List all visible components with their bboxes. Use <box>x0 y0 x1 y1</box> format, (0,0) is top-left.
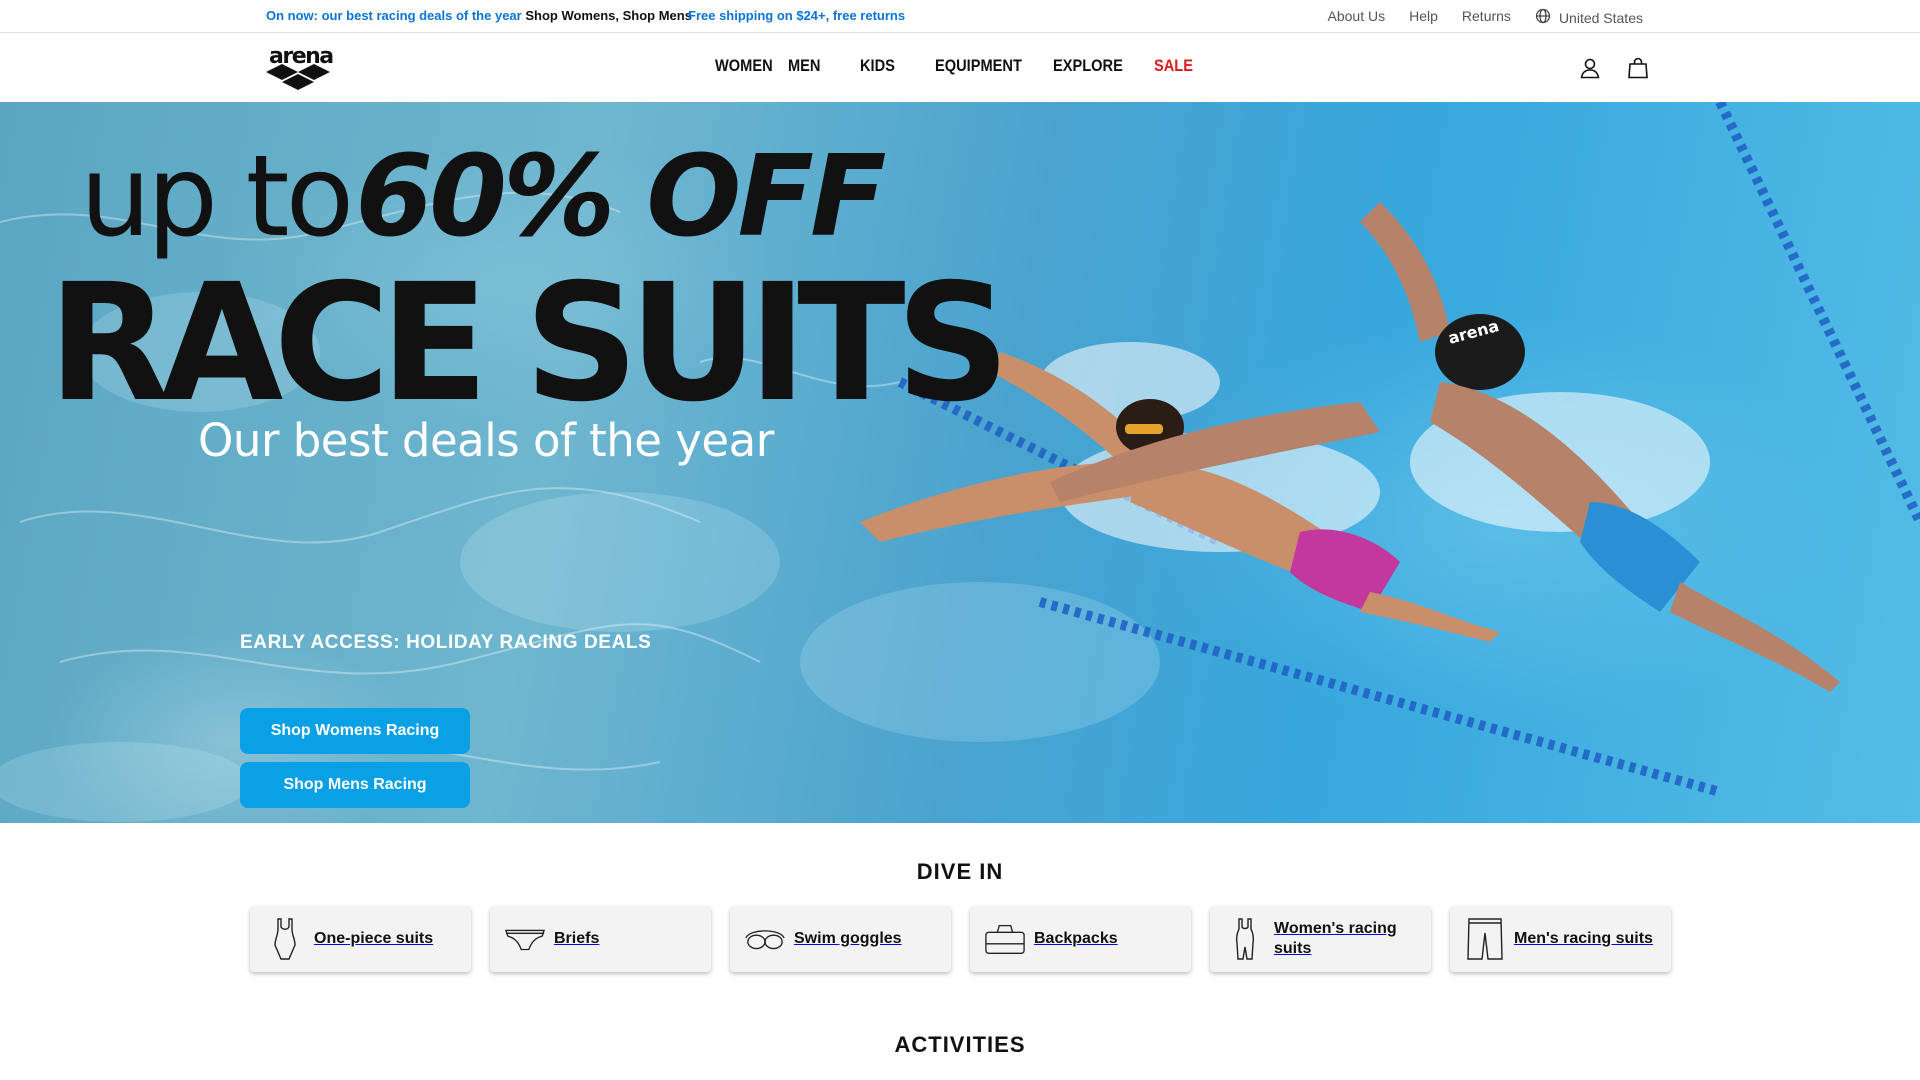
globe-icon <box>1535 8 1551 27</box>
region-label: United States <box>1558 9 1643 26</box>
goggles-icon <box>744 916 786 962</box>
hero-subtitle: Our best deals of the year <box>198 414 774 467</box>
headline-prefix: up to <box>80 132 354 262</box>
nav-kids[interactable]: KIDS <box>860 56 925 76</box>
racing-suit-icon <box>1224 916 1266 962</box>
header-actions <box>1578 56 1650 80</box>
shipping-message: Free shipping on $24+, free returns <box>688 8 906 23</box>
nav-sale[interactable]: SALE <box>1154 56 1193 76</box>
category-label: Backpacks <box>1034 930 1118 947</box>
nav-men[interactable]: MEN <box>788 56 850 76</box>
early-access-label: EARLY ACCESS: HOLIDAY RACING DEALS <box>240 632 652 653</box>
nav-explore[interactable]: EXPLORE <box>1053 56 1140 76</box>
category-label: Briefs <box>554 930 600 947</box>
category-label: Men's racing suits <box>1514 930 1653 947</box>
category-swim-goggles[interactable]: Swim goggles <box>730 906 951 972</box>
nav-equipment[interactable]: EQUIPMENT <box>935 56 1036 76</box>
swimsuit-icon <box>264 916 306 962</box>
briefs-icon <box>504 916 546 962</box>
hero-banner[interactable]: arena up to 60% OFF RACE SUITS Our best … <box>0 102 1920 823</box>
arena-logo[interactable]: arena <box>266 44 334 92</box>
hero-headline-line1: up to 60% OFF <box>80 132 887 262</box>
user-icon[interactable] <box>1578 56 1602 80</box>
utility-links: About Us Help Returns United States <box>1328 8 1643 27</box>
primary-nav: WOMEN MEN KIDS EQUIPMENT EXPLORE SALE <box>715 56 1199 76</box>
shop-mens-racing-button[interactable]: Shop Mens Racing <box>240 762 470 808</box>
region-selector[interactable]: United States <box>1535 8 1643 27</box>
activities-heading: ACTIVITIES <box>894 1032 1026 1057</box>
help-link[interactable]: Help <box>1409 8 1438 27</box>
category-backpacks[interactable]: Backpacks <box>970 906 1191 972</box>
utility-bar: On now: our best racing deals of the yea… <box>0 0 1920 33</box>
headline-discount: 60% OFF <box>355 132 886 262</box>
hero-headline-line2: RACE SUITS <box>48 250 1010 438</box>
category-one-piece-suits[interactable]: One-piece suits <box>250 906 471 972</box>
category-womens-racing-suits[interactable]: Women's racing suits <box>1210 906 1431 972</box>
category-tiles: One-piece suits Briefs Swim goggles Back… <box>250 906 1671 972</box>
category-label: One-piece suits <box>314 930 434 947</box>
shop-womens-racing-button[interactable]: Shop Womens Racing <box>240 708 470 754</box>
about-us-link[interactable]: About Us <box>1328 8 1386 27</box>
shop-mens-link[interactable]: Shop Mens <box>623 8 692 23</box>
shop-womens-link[interactable]: Shop Womens, <box>525 8 619 23</box>
logo-diamond-icon <box>266 64 330 90</box>
dive-in-heading: DIVE IN <box>916 859 1004 884</box>
category-briefs[interactable]: Briefs <box>490 906 711 972</box>
bag-icon[interactable] <box>1626 56 1650 80</box>
main-header: arena WOMEN MEN KIDS EQUIPMENT EXPLORE S… <box>0 34 1920 102</box>
promo-lead-text: On now: our best racing deals of the yea… <box>266 8 522 23</box>
category-mens-racing-suits[interactable]: Men's racing suits <box>1450 906 1671 972</box>
backpack-icon <box>984 916 1026 962</box>
category-label: Women's racing suits <box>1274 920 1397 957</box>
jammer-icon <box>1464 916 1506 962</box>
promo-message: On now: our best racing deals of the yea… <box>266 8 692 23</box>
category-label: Swim goggles <box>794 930 902 947</box>
nav-women[interactable]: WOMEN <box>715 56 778 76</box>
returns-link[interactable]: Returns <box>1462 8 1511 27</box>
